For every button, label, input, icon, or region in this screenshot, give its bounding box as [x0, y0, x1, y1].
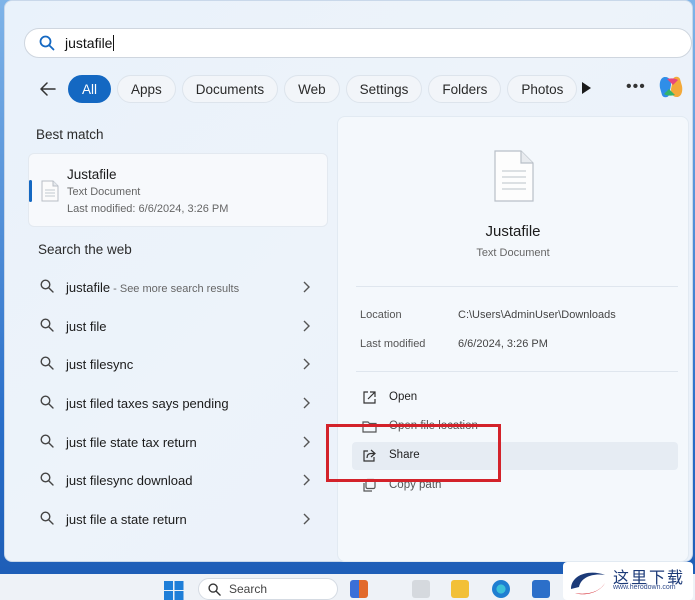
chevron-right-icon: [303, 474, 310, 486]
task-view-icon[interactable]: [412, 580, 430, 598]
filter-web[interactable]: Web: [284, 75, 340, 103]
filter-settings[interactable]: Settings: [345, 75, 423, 103]
watermark-url: www.herodown.com: [613, 584, 676, 591]
search-box[interactable]: justafile: [24, 28, 692, 58]
web-result-item[interactable]: just file state tax return: [28, 423, 328, 462]
web-result-text: just filesync: [66, 357, 134, 373]
site-watermark: 这里下载 www.herodown.com: [563, 562, 693, 600]
open-action[interactable]: Open: [352, 384, 678, 412]
result-name: Justafile: [67, 167, 117, 182]
web-result-item[interactable]: just file a state return: [28, 500, 328, 539]
location-value: C:\Users\AdminUser\Downloads: [458, 309, 616, 321]
best-match-result[interactable]: Justafile Text Document Last modified: 6…: [28, 153, 328, 227]
web-result-item[interactable]: just file: [28, 307, 328, 346]
preview-subtitle: Text Document: [476, 247, 550, 259]
search-icon: [40, 395, 54, 409]
more-options-icon[interactable]: •••: [626, 78, 646, 96]
play-icon[interactable]: [578, 80, 594, 96]
text-document-icon: [41, 180, 59, 202]
taskbar-search-box[interactable]: Search: [198, 578, 338, 600]
chevron-right-icon: [303, 320, 310, 332]
search-icon: [40, 356, 54, 371]
web-result-text: just filed taxes says pending: [66, 395, 229, 411]
web-result-text: just file: [66, 318, 107, 334]
edge-browser-icon[interactable]: [492, 580, 510, 598]
web-result-item[interactable]: just filed taxes says pending: [28, 384, 328, 423]
search-icon: [40, 318, 54, 332]
store-icon[interactable]: [532, 580, 550, 598]
web-result-text: just file a state return: [66, 511, 187, 527]
filter-apps[interactable]: Apps: [117, 75, 176, 103]
location-label: Location: [360, 309, 402, 321]
web-result-item[interactable]: just filesync download: [28, 461, 328, 500]
web-result-text: just filesync download: [66, 473, 193, 489]
chevron-right-icon: [303, 397, 310, 409]
search-icon: [40, 279, 54, 293]
text-document-large-icon: [494, 150, 534, 202]
windows-start-icon[interactable]: [164, 581, 184, 600]
result-type: Text Document: [67, 186, 141, 198]
web-result-item[interactable]: just filesync: [28, 345, 328, 384]
taskbar-search-placeholder: Search: [229, 582, 268, 596]
filter-folders[interactable]: Folders: [428, 75, 502, 103]
search-input[interactable]: justafile: [65, 35, 112, 51]
annotation-highlight-box: [326, 424, 501, 482]
chevron-right-icon: [303, 436, 310, 448]
search-web-heading: Search the web: [38, 242, 132, 257]
copilot-icon[interactable]: [657, 73, 685, 101]
selection-indicator: [29, 180, 32, 202]
divider: [356, 286, 678, 287]
open-external-icon: [363, 391, 376, 404]
filter-all[interactable]: All: [68, 75, 112, 103]
preview-title: Justafile: [485, 223, 541, 240]
filter-photos[interactable]: Photos: [507, 75, 578, 103]
filter-documents[interactable]: Documents: [181, 75, 279, 103]
web-result-text: just file state tax return: [66, 434, 197, 450]
result-modified: Last modified: 6/6/2024, 3:26 PM: [67, 203, 229, 215]
chevron-right-icon: [303, 513, 310, 525]
back-button[interactable]: [34, 75, 62, 103]
web-result-item[interactable]: justafile - See more search results: [28, 268, 328, 307]
web-result-subtext: - See more search results: [110, 282, 240, 295]
search-icon: [40, 511, 54, 525]
divider: [356, 371, 678, 372]
search-icon: [40, 472, 54, 487]
web-result-text: justafile: [66, 279, 111, 295]
filter-bar: All Apps Documents Web Settings Folders …: [34, 73, 583, 105]
text-caret: [113, 35, 115, 51]
watermark-logo-icon: [571, 572, 605, 595]
file-explorer-icon[interactable]: [451, 580, 469, 598]
best-match-heading: Best match: [36, 127, 104, 142]
back-arrow-icon: [40, 82, 56, 96]
search-icon: [40, 434, 54, 448]
search-icon: [39, 35, 55, 51]
modified-label: Last modified: [360, 338, 426, 350]
open-label: Open: [389, 391, 418, 403]
chevron-right-icon: [303, 358, 310, 370]
preview-pane: Justafile Text Document Location C:\User…: [337, 116, 689, 562]
search-icon: [208, 583, 221, 596]
chevron-right-icon: [303, 281, 310, 293]
web-results-list: justafile - See more search results just…: [28, 268, 328, 539]
modified-value: 6/6/2024, 3:26 PM: [458, 338, 548, 350]
widgets-icon[interactable]: [350, 580, 368, 598]
